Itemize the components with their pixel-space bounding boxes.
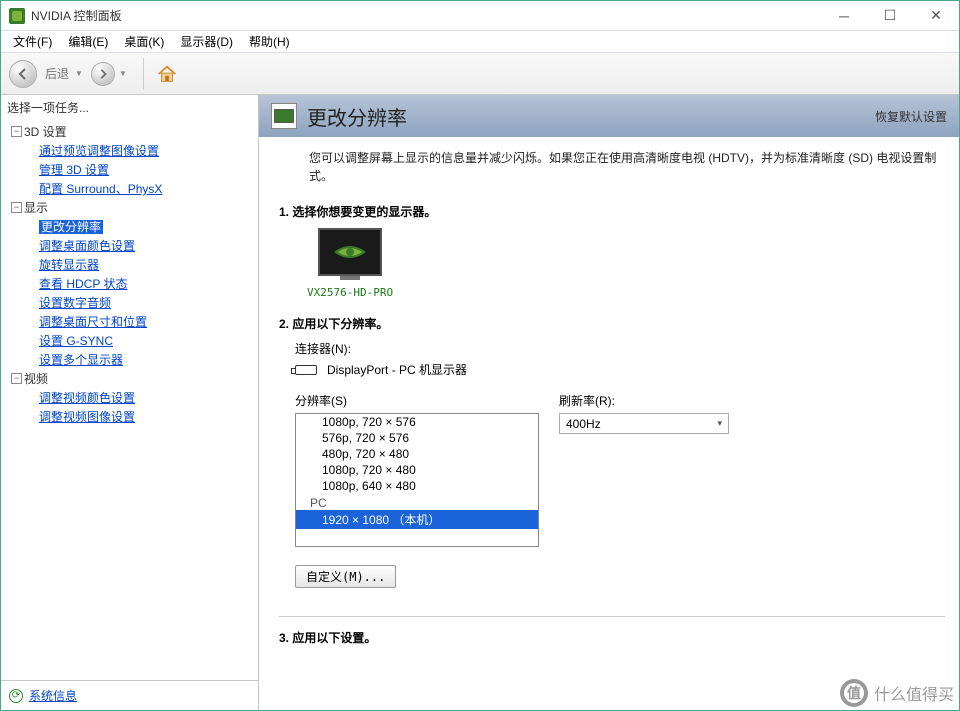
home-icon [156,63,178,85]
resolution-listbox[interactable]: 1080p, 720 × 576576p, 720 × 576480p, 720… [295,413,539,547]
back-button[interactable] [9,60,37,88]
refresh-rate-select[interactable]: 400Hz ▾ [559,413,729,434]
arrow-left-icon [16,67,30,81]
tree-group-label: 显示 [24,199,48,216]
menu-help[interactable]: 帮助(H) [241,33,298,50]
connector-label: 连接器(N): [295,340,945,357]
back-label: 后退 [45,65,69,82]
tree-group-label: 视频 [24,370,48,387]
menu-edit[interactable]: 编辑(E) [60,33,116,50]
displayport-icon [295,365,317,375]
tree-group[interactable]: −视频 [5,369,254,388]
tree-item[interactable]: 更改分辨率 [5,217,254,236]
menubar: 文件(F) 编辑(E) 桌面(K) 显示器(D) 帮助(H) [1,31,959,53]
minimize-button[interactable]: ─ [821,1,867,30]
close-button[interactable]: ✕ [913,1,959,30]
back-history-dropdown[interactable]: ▼ [75,69,83,78]
tree-item[interactable]: 调整视频图像设置 [5,407,254,426]
collapse-icon[interactable]: − [11,126,22,137]
info-icon: ⟳ [9,689,23,703]
main-header: 更改分辨率 恢复默认设置 [259,95,959,137]
tree-item[interactable]: 设置 G-SYNC [5,331,254,350]
menu-file[interactable]: 文件(F) [5,33,60,50]
section-1-title: 1. 选择你想要变更的显示器。 [279,203,945,220]
resolution-item-selected[interactable]: 1920 × 1080 （本机） [296,510,538,529]
nvidia-app-icon [9,8,25,24]
section-3-title: 3. 应用以下设置。 [279,629,945,646]
titlebar: NVIDIA 控制面板 ─ ☐ ✕ [1,1,959,31]
task-tree[interactable]: −3D 设置通过预览调整图像设置管理 3D 设置配置 Surround、Phys… [1,120,258,680]
refresh-rate-label: 刷新率(R): [559,392,729,409]
tree-group[interactable]: −3D 设置 [5,122,254,141]
tree-item[interactable]: 旋转显示器 [5,255,254,274]
section-divider [279,616,945,617]
resolution-item[interactable]: 1080p, 640 × 480 [296,478,538,494]
main-scroll-area[interactable]: 您可以调整屏幕上显示的信息量并减少闪烁。如果您正在使用高清晰度电视 (HDTV)… [259,137,959,710]
chevron-down-icon: ▾ [717,418,722,429]
watermark: 什么值得买 [840,679,954,707]
tree-item[interactable]: 设置多个显示器 [5,350,254,369]
section-2-title: 2. 应用以下分辨率。 [279,315,945,332]
maximize-button[interactable]: ☐ [867,1,913,30]
watermark-icon [840,679,868,707]
resolution-item[interactable]: 1080p, 720 × 576 [296,414,538,430]
forward-button[interactable] [91,62,115,86]
tree-item[interactable]: 查看 HDCP 状态 [5,274,254,293]
toolbar: 后退 ▼ ▼ [1,53,959,95]
collapse-icon[interactable]: − [11,202,22,213]
page-title: 更改分辨率 [307,102,865,131]
connector-value: DisplayPort - PC 机显示器 [327,361,467,378]
menu-desktop[interactable]: 桌面(K) [116,33,172,50]
tree-item[interactable]: 管理 3D 设置 [5,160,254,179]
resolution-group-label: PC [296,494,538,510]
monitor-card[interactable]: VX2576-HD-PRO [307,228,393,299]
monitor-label: VX2576-HD-PRO [307,286,393,299]
tree-item[interactable]: 设置数字音频 [5,293,254,312]
system-info-link[interactable]: 系统信息 [29,687,77,704]
tree-item[interactable]: 调整桌面颜色设置 [5,236,254,255]
menu-display[interactable]: 显示器(D) [172,33,241,50]
home-button[interactable] [156,63,178,85]
tree-item[interactable]: 通过预览调整图像设置 [5,141,254,160]
window-title: NVIDIA 控制面板 [31,7,821,24]
intro-text: 您可以调整屏幕上显示的信息量并减少闪烁。如果您正在使用高清晰度电视 (HDTV)… [259,143,959,199]
tree-item[interactable]: 配置 Surround、PhysX [5,179,254,198]
arrow-right-icon [97,68,109,80]
toolbar-divider [143,58,144,90]
resolution-item[interactable]: 480p, 720 × 480 [296,446,538,462]
task-sidebar: 选择一项任务... −3D 设置通过预览调整图像设置管理 3D 设置配置 Sur… [1,95,259,710]
tree-item[interactable]: 调整桌面尺寸和位置 [5,312,254,331]
custom-resolution-button[interactable]: 自定义(M)... [295,565,396,588]
tree-group[interactable]: −显示 [5,198,254,217]
resolution-item[interactable]: 576p, 720 × 576 [296,430,538,446]
tree-item[interactable]: 调整视频颜色设置 [5,388,254,407]
resolution-header-icon [271,103,297,129]
resolution-item[interactable]: 1080p, 720 × 480 [296,462,538,478]
collapse-icon[interactable]: − [11,373,22,384]
restore-defaults-link[interactable]: 恢复默认设置 [875,108,947,125]
resolution-list-label: 分辨率(S) [295,392,539,409]
monitor-icon [318,228,382,276]
main-panel: 更改分辨率 恢复默认设置 您可以调整屏幕上显示的信息量并减少闪烁。如果您正在使用… [259,95,959,710]
forward-history-dropdown[interactable]: ▼ [119,69,127,78]
sidebar-header: 选择一项任务... [1,95,258,120]
refresh-rate-value: 400Hz [566,417,601,431]
tree-group-label: 3D 设置 [24,123,67,140]
watermark-text: 什么值得买 [874,681,954,705]
nvidia-eye-icon [330,238,370,266]
